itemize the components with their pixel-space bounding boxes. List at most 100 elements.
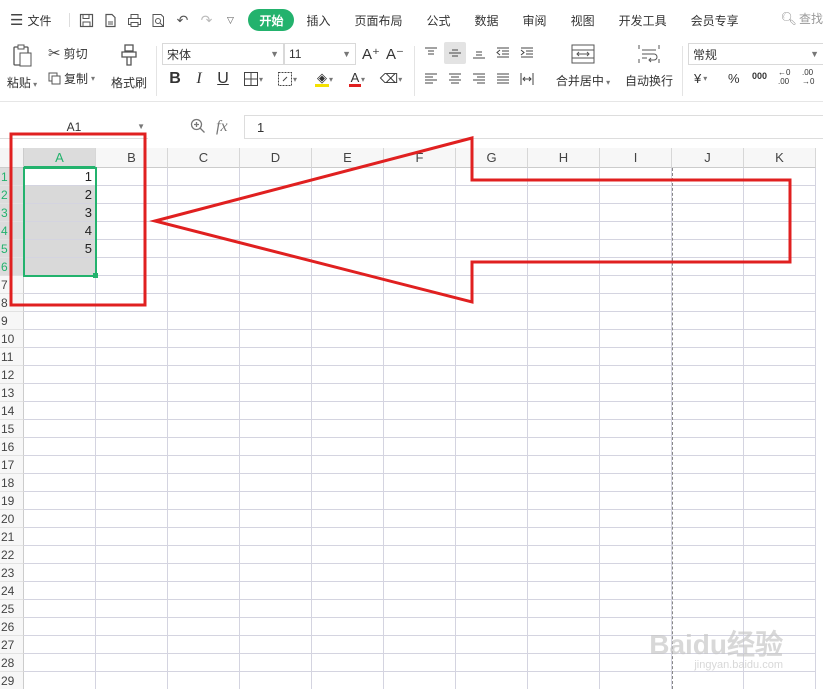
cell-h22[interactable] — [528, 546, 600, 564]
cell-g29[interactable] — [456, 672, 528, 689]
cell-j24[interactable] — [672, 582, 744, 600]
cell-i4[interactable] — [600, 222, 672, 240]
cell-f15[interactable] — [384, 420, 456, 438]
cell-a12[interactable] — [24, 366, 96, 384]
cell-k25[interactable] — [744, 600, 816, 618]
cell-g13[interactable] — [456, 384, 528, 402]
cell-c17[interactable] — [168, 456, 240, 474]
cell-a1[interactable]: 1 — [24, 168, 96, 186]
cell-i11[interactable] — [600, 348, 672, 366]
row-header-10[interactable]: 10 — [0, 330, 24, 348]
clear-format-button[interactable]: ⌫ ▾ — [376, 68, 406, 90]
column-header-e[interactable]: E — [312, 148, 384, 168]
column-header-k[interactable]: K — [744, 148, 816, 168]
cell-j7[interactable] — [672, 276, 744, 294]
cell-k2[interactable] — [744, 186, 816, 204]
grow-font-button[interactable]: A⁺ — [360, 43, 382, 65]
cell-h2[interactable] — [528, 186, 600, 204]
cell-f14[interactable] — [384, 402, 456, 420]
zoom-function-icon[interactable] — [190, 118, 206, 137]
cell-j9[interactable] — [672, 312, 744, 330]
cell-a19[interactable] — [24, 492, 96, 510]
cell-d6[interactable] — [240, 258, 312, 276]
cell-h20[interactable] — [528, 510, 600, 528]
column-header-i[interactable]: I — [600, 148, 672, 168]
cell-e28[interactable] — [312, 654, 384, 672]
cell-f16[interactable] — [384, 438, 456, 456]
row-header-18[interactable]: 18 — [0, 474, 24, 492]
cell-a3[interactable]: 3 — [24, 204, 96, 222]
cell-b25[interactable] — [96, 600, 168, 618]
cell-k6[interactable] — [744, 258, 816, 276]
column-header-f[interactable]: F — [384, 148, 456, 168]
row-header-7[interactable]: 7 — [0, 276, 24, 294]
cell-j14[interactable] — [672, 402, 744, 420]
tab-insert[interactable]: 插入 — [294, 8, 342, 32]
row-header-5[interactable]: 5 — [0, 240, 24, 258]
cell-e14[interactable] — [312, 402, 384, 420]
cell-h12[interactable] — [528, 366, 600, 384]
cell-e8[interactable] — [312, 294, 384, 312]
copy-button[interactable]: 复制 ▾ — [48, 70, 95, 87]
cell-j20[interactable] — [672, 510, 744, 528]
cell-k12[interactable] — [744, 366, 816, 384]
cell-j18[interactable] — [672, 474, 744, 492]
cell-d21[interactable] — [240, 528, 312, 546]
cell-h8[interactable] — [528, 294, 600, 312]
cell-c15[interactable] — [168, 420, 240, 438]
cell-g21[interactable] — [456, 528, 528, 546]
cell-e2[interactable] — [312, 186, 384, 204]
cell-a27[interactable] — [24, 636, 96, 654]
cell-d4[interactable] — [240, 222, 312, 240]
align-top-button[interactable] — [420, 42, 442, 64]
cut-button[interactable]: ✂ 剪切 — [48, 44, 88, 62]
cell-e16[interactable] — [312, 438, 384, 456]
cell-g20[interactable] — [456, 510, 528, 528]
cell-f21[interactable] — [384, 528, 456, 546]
cell-c19[interactable] — [168, 492, 240, 510]
bold-button[interactable]: B — [164, 68, 186, 90]
cell-k22[interactable] — [744, 546, 816, 564]
row-header-9[interactable]: 9 — [0, 312, 24, 330]
cell-g18[interactable] — [456, 474, 528, 492]
cell-f20[interactable] — [384, 510, 456, 528]
customize-toolbar-icon[interactable]: ▽ — [218, 8, 242, 32]
cell-h24[interactable] — [528, 582, 600, 600]
cell-k18[interactable] — [744, 474, 816, 492]
cell-c8[interactable] — [168, 294, 240, 312]
cell-b7[interactable] — [96, 276, 168, 294]
cell-j4[interactable] — [672, 222, 744, 240]
cell-k19[interactable] — [744, 492, 816, 510]
cell-c6[interactable] — [168, 258, 240, 276]
cell-g10[interactable] — [456, 330, 528, 348]
fill-handle[interactable] — [93, 273, 98, 278]
row-header-17[interactable]: 17 — [0, 456, 24, 474]
cell-a18[interactable] — [24, 474, 96, 492]
row-header-23[interactable]: 23 — [0, 564, 24, 582]
cell-i13[interactable] — [600, 384, 672, 402]
cell-g22[interactable] — [456, 546, 528, 564]
cell-c11[interactable] — [168, 348, 240, 366]
cell-c21[interactable] — [168, 528, 240, 546]
align-left-button[interactable] — [420, 68, 442, 90]
row-header-27[interactable]: 27 — [0, 636, 24, 654]
cell-b22[interactable] — [96, 546, 168, 564]
cell-a24[interactable] — [24, 582, 96, 600]
cell-c23[interactable] — [168, 564, 240, 582]
cell-h4[interactable] — [528, 222, 600, 240]
align-middle-button[interactable] — [444, 42, 466, 64]
cell-c13[interactable] — [168, 384, 240, 402]
cell-k9[interactable] — [744, 312, 816, 330]
cell-b15[interactable] — [96, 420, 168, 438]
cell-f1[interactable] — [384, 168, 456, 186]
cell-i14[interactable] — [600, 402, 672, 420]
cell-f23[interactable] — [384, 564, 456, 582]
cell-d23[interactable] — [240, 564, 312, 582]
cell-e12[interactable] — [312, 366, 384, 384]
cell-i23[interactable] — [600, 564, 672, 582]
cell-h10[interactable] — [528, 330, 600, 348]
cell-k23[interactable] — [744, 564, 816, 582]
row-header-3[interactable]: 3 — [0, 204, 24, 222]
cell-k15[interactable] — [744, 420, 816, 438]
cell-c7[interactable] — [168, 276, 240, 294]
